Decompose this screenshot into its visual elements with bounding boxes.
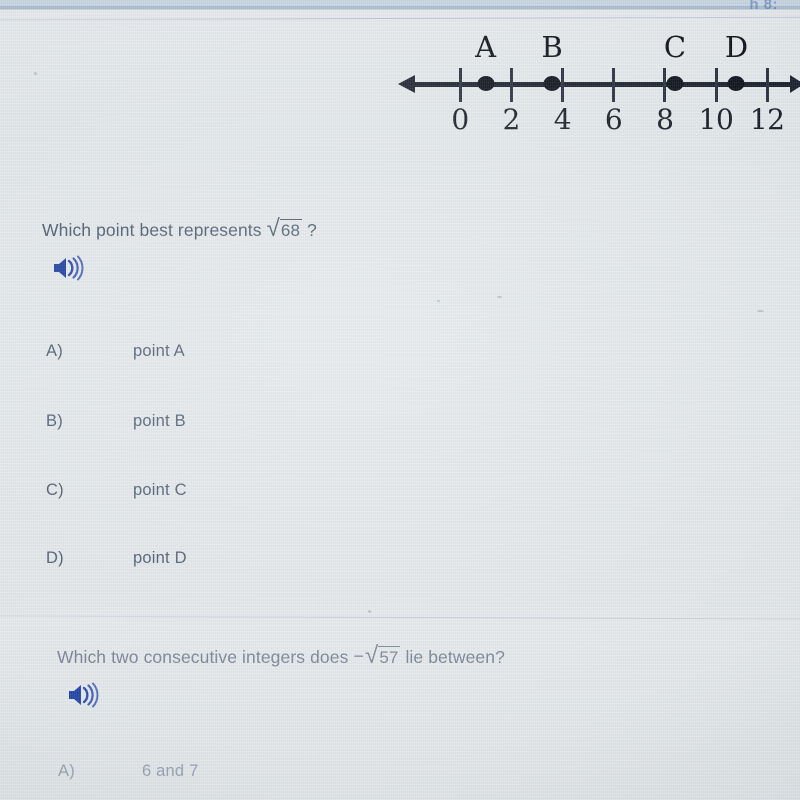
- number-line-point-b: [543, 76, 561, 91]
- question-1-radicand: 68: [279, 219, 303, 240]
- number-line-point-label-a: A: [475, 30, 497, 64]
- option-text: point B: [133, 412, 186, 430]
- option-text: point C: [133, 481, 187, 499]
- question-2-prompt: Which two consecutive integers does − √ 5…: [0, 642, 800, 669]
- question-1-radical: √ 68: [266, 215, 303, 242]
- question-2: Which two consecutive integers does − √ 5…: [0, 642, 800, 708]
- number-line-point-label-d: D: [724, 30, 749, 64]
- question-2-radical: √ 57: [365, 642, 401, 669]
- number-line-tick: [714, 68, 718, 102]
- question-1-prompt-before: Which point best represents: [42, 220, 262, 240]
- number-line-tick-label: 0: [451, 103, 469, 136]
- radical-sign-icon: √: [266, 215, 280, 242]
- question-1: Which point best represents √ 68 ?: [0, 215, 800, 281]
- question-1-prompt: Which point best represents √ 68 ?: [0, 215, 800, 242]
- number-line-tick: [560, 68, 564, 102]
- number-line-point-label-c: C: [663, 30, 687, 64]
- speaker-icon[interactable]: [52, 255, 86, 281]
- question-2-prompt-after: lie between?: [405, 647, 505, 667]
- speaker-icon[interactable]: [67, 682, 101, 708]
- number-line-tick-label: 10: [698, 103, 734, 136]
- number-line-tick-label: 6: [604, 103, 623, 136]
- option-letter: B): [46, 412, 63, 430]
- number-line-point-d: [727, 76, 745, 91]
- left-arrowhead-icon: [398, 75, 415, 93]
- number-line-tick: [509, 68, 513, 102]
- question-1-prompt-after: ?: [307, 220, 317, 240]
- question-2-radicand: 57: [378, 646, 401, 667]
- number-line-tick: [612, 68, 616, 102]
- right-arrowhead-icon: [790, 75, 800, 93]
- number-line-tick-label: 4: [553, 103, 572, 136]
- number-line-point-c: [666, 76, 684, 91]
- option-letter: A): [46, 342, 63, 360]
- radical-sign-icon: √: [365, 642, 379, 669]
- number-line-point-label-b: B: [541, 30, 563, 64]
- question-2-minus-sign: −: [353, 646, 365, 666]
- number-line-tick-label: 2: [502, 103, 521, 136]
- number-line-tick-label: 12: [749, 103, 785, 136]
- number-line-tick: [765, 68, 769, 102]
- option-letter: C): [46, 481, 64, 499]
- option-text: point A: [133, 342, 185, 360]
- option-text: point D: [133, 549, 187, 567]
- number-line-tick-label: 8: [656, 103, 674, 136]
- option-text: 6 and 7: [142, 762, 199, 780]
- number-line-diagram: 0 2 4 6 8 10 12 A B C D: [398, 14, 800, 138]
- question-2-prompt-before: Which two consecutive integers does: [57, 647, 349, 667]
- number-line-tick: [458, 68, 462, 102]
- option-letter: D): [46, 549, 64, 567]
- number-line-point-a: [477, 76, 495, 91]
- option-letter: A): [58, 762, 75, 780]
- top-chrome-text-fragment: h 8:: [749, 0, 778, 13]
